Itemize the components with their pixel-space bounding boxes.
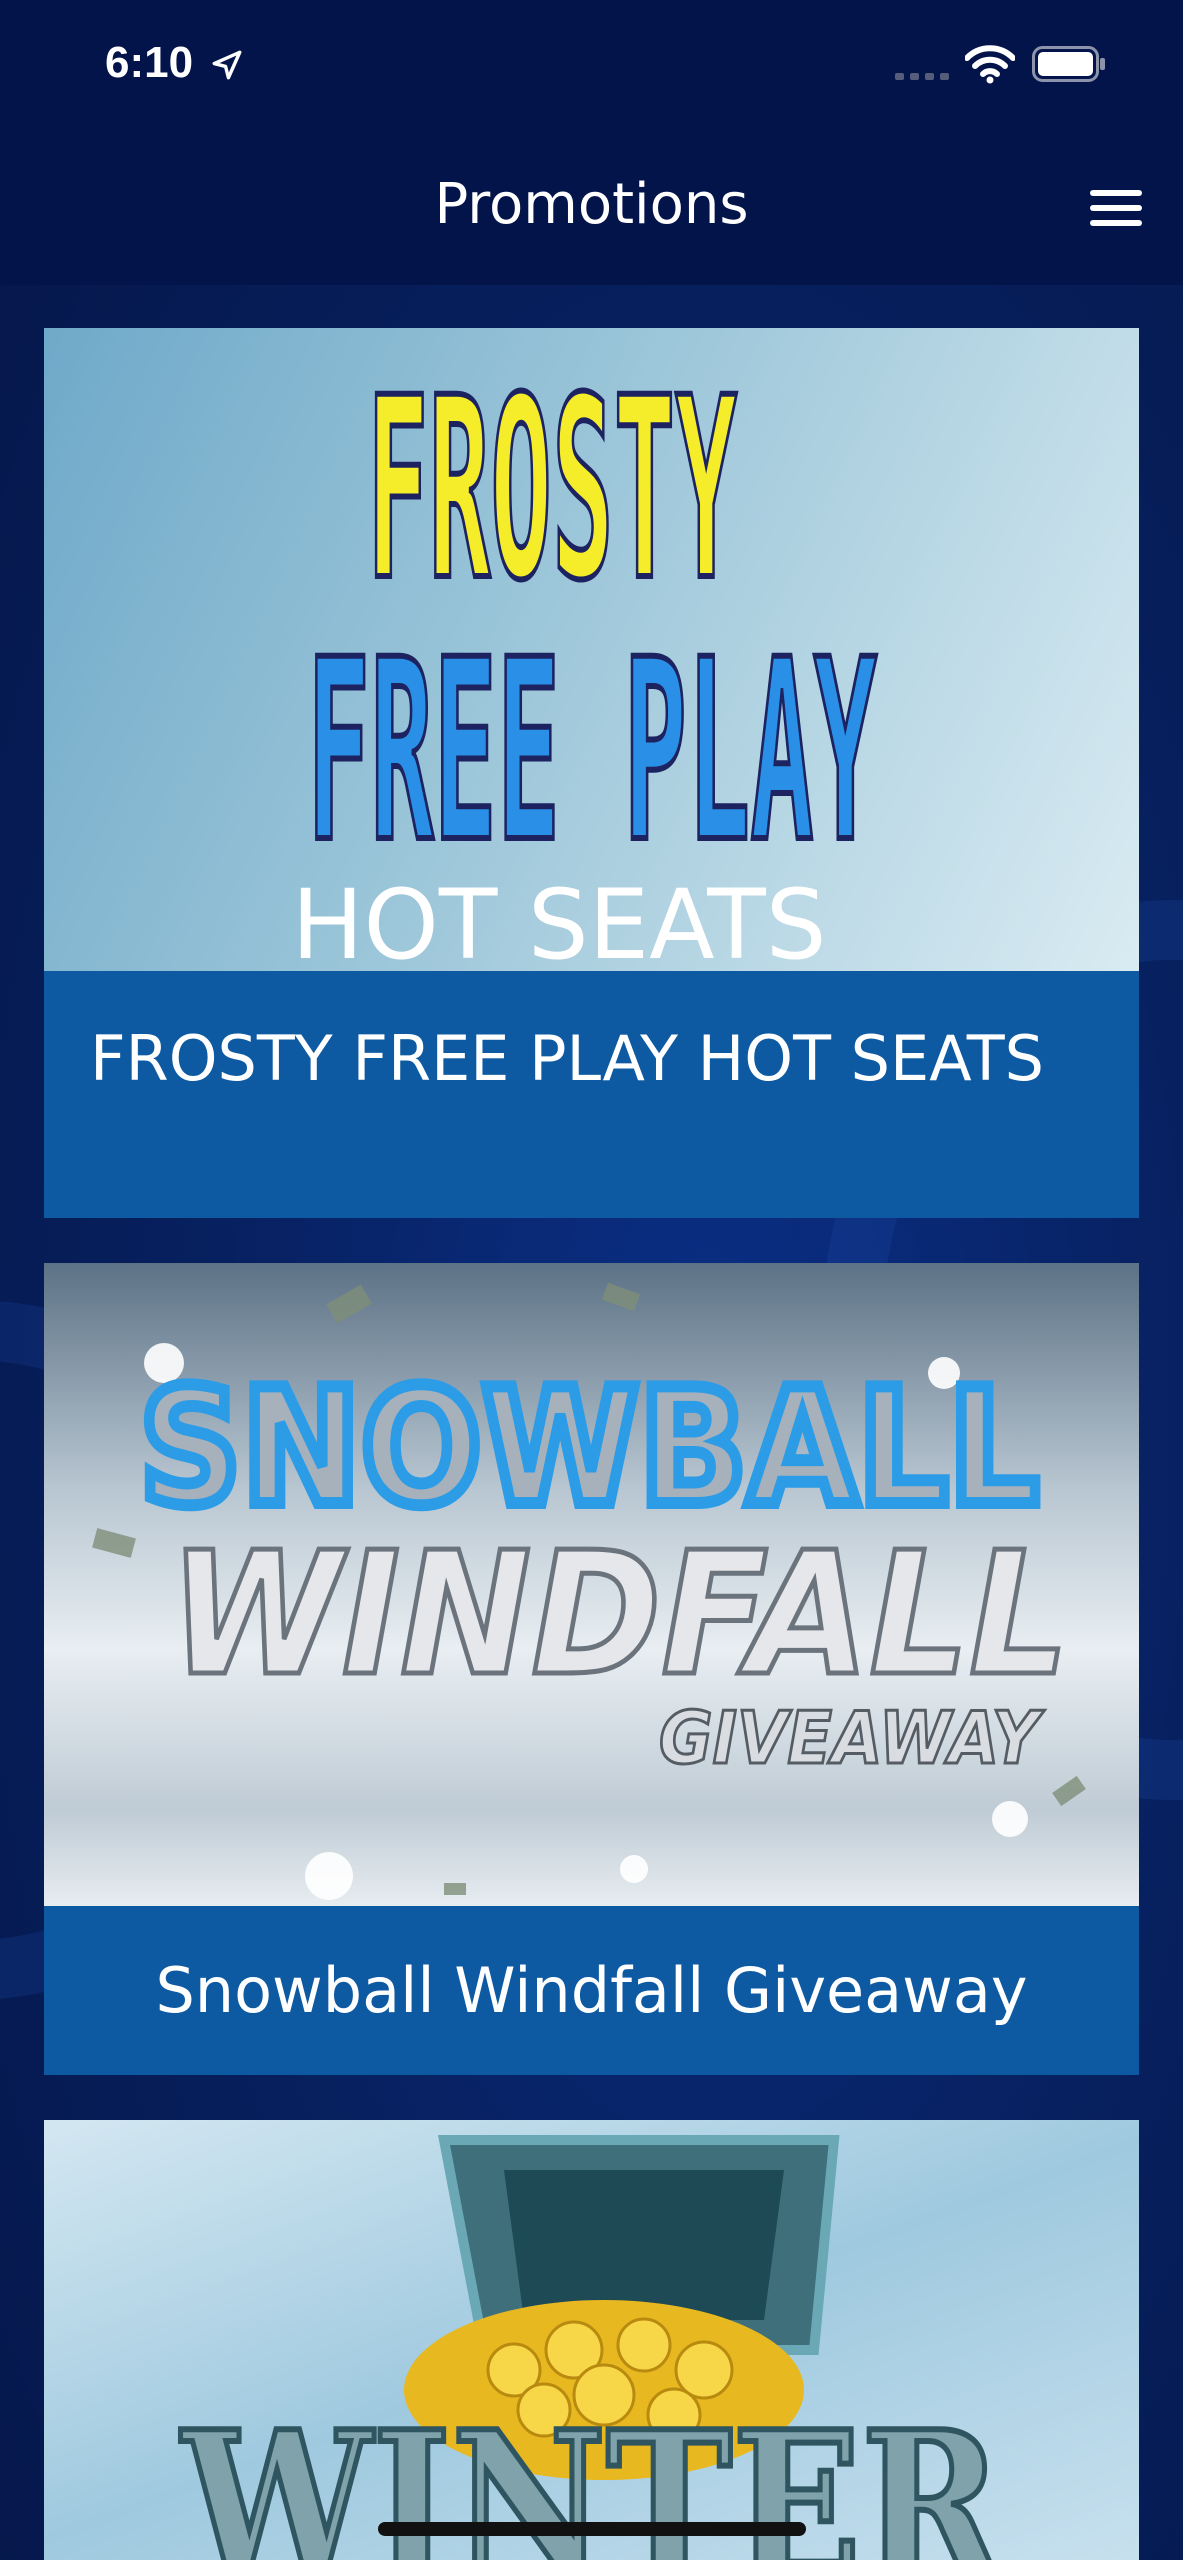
art-text-giveaway: GIVEAWAY [659,1696,1045,1780]
art-text-windfall: WINDFALL [169,1516,1069,1714]
art-text-hot-seats: HOT SEATS [292,869,827,971]
art-text-free-play: FREE PLAY [307,606,877,897]
art-text-snowball: SNOWBALL [139,1354,1039,1541]
hamburger-menu-icon[interactable] [1090,190,1142,228]
wifi-icon [965,45,1015,84]
home-indicator[interactable] [378,2522,806,2536]
promotion-image-frosty: FROSTY FREE PLAY HOT SEATS [44,328,1139,971]
cellular-signal-icon [895,73,949,80]
promotion-card-winter[interactable]: WINTER [44,2120,1139,2560]
navigation-bar: Promotions [0,130,1183,285]
art-text-frosty: FROSTY [367,344,737,635]
promotion-image-winter: WINTER [44,2120,1139,2560]
battery-icon [1032,46,1105,82]
promotion-card-snowball[interactable]: SNOWBALL WINDFALL GIVEAWAY Snowball Wind… [44,1263,1139,2075]
location-arrow-icon [212,50,242,80]
promotion-image-snowball: SNOWBALL WINDFALL GIVEAWAY [44,1263,1139,1906]
page-title: Promotions [434,172,749,237]
promotion-title: FROSTY FREE PLAY HOT SEATS [44,971,1139,1218]
status-time: 6:10 [105,38,194,87]
status-bar: 6:10 [0,0,1183,130]
promotion-card-frosty[interactable]: FROSTY FREE PLAY HOT SEATS FROSTY FREE P… [44,328,1139,1218]
promotion-title: Snowball Windfall Giveaway [44,1906,1139,2075]
